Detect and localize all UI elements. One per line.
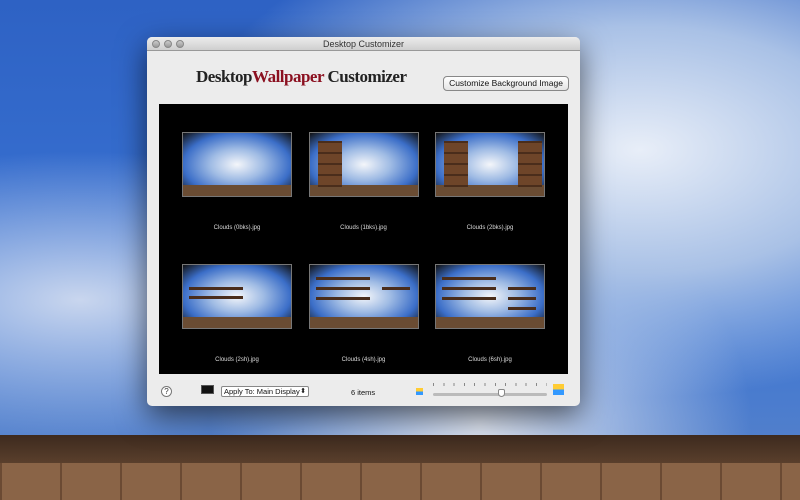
wallpaper-label: Clouds (2sh).jpg bbox=[215, 357, 259, 363]
wallpaper-thumbnail[interactable] bbox=[435, 264, 545, 329]
desktop-floor bbox=[0, 435, 800, 500]
item-count: 6 items bbox=[351, 388, 376, 397]
app-window: Desktop Customizer DesktopWallpaper Cust… bbox=[147, 37, 580, 406]
display-icon bbox=[201, 385, 214, 394]
wallpaper-label: Clouds (2bks).jpg bbox=[466, 225, 514, 231]
wallpaper-label: Clouds (6sh).jpg bbox=[468, 357, 512, 363]
wallpaper-thumbnail[interactable] bbox=[435, 132, 545, 197]
wallpaper-thumbnail[interactable] bbox=[308, 132, 419, 197]
wallpaper-item[interactable]: Clouds (1bks).jpg bbox=[308, 132, 419, 231]
wallpaper-label: Clouds (0bks).jpg bbox=[213, 225, 261, 231]
large-thumbnail-icon[interactable] bbox=[553, 384, 564, 395]
customize-background-button[interactable]: Customize Background Image bbox=[443, 76, 569, 91]
bottom-bar: ? Apply To: Main Display 6 items bbox=[147, 374, 580, 406]
wallpaper-item[interactable]: Clouds (6sh).jpg bbox=[435, 264, 545, 363]
wallpaper-item[interactable]: Clouds (2bks).jpg bbox=[435, 132, 545, 231]
close-button[interactable] bbox=[152, 40, 160, 48]
apply-to-select[interactable]: Apply To: Main Display bbox=[221, 386, 309, 397]
wallpaper-item[interactable]: Clouds (2sh).jpg bbox=[182, 264, 292, 363]
slider-thumb[interactable] bbox=[498, 389, 506, 397]
app-logo: DesktopWallpaper Customizer bbox=[196, 67, 407, 86]
slider-ticks bbox=[433, 383, 547, 386]
wallpaper-thumbnail[interactable] bbox=[308, 264, 419, 329]
wallpaper-item[interactable]: Clouds (0bks).jpg bbox=[182, 132, 292, 231]
zoom-button[interactable] bbox=[176, 40, 184, 48]
wallpaper-label: Clouds (1bks).jpg bbox=[340, 225, 387, 231]
title-bar: Desktop Customizer bbox=[147, 37, 580, 51]
thumbnail-size-slider[interactable] bbox=[433, 389, 547, 397]
minimize-button[interactable] bbox=[164, 40, 172, 48]
window-title: Desktop Customizer bbox=[322, 39, 405, 49]
wallpaper-thumbnail[interactable] bbox=[182, 264, 292, 329]
wallpaper-thumbnail[interactable] bbox=[182, 132, 292, 197]
wallpaper-label: Clouds (4sh).jpg bbox=[341, 357, 386, 363]
wallpaper-item[interactable]: Clouds (4sh).jpg bbox=[308, 264, 419, 363]
help-button[interactable]: ? bbox=[161, 386, 172, 397]
wallpaper-grid: Clouds (0bks).jpg Clouds (1bks).jpg Clouds… bbox=[159, 104, 568, 374]
small-thumbnail-icon[interactable] bbox=[416, 388, 423, 395]
